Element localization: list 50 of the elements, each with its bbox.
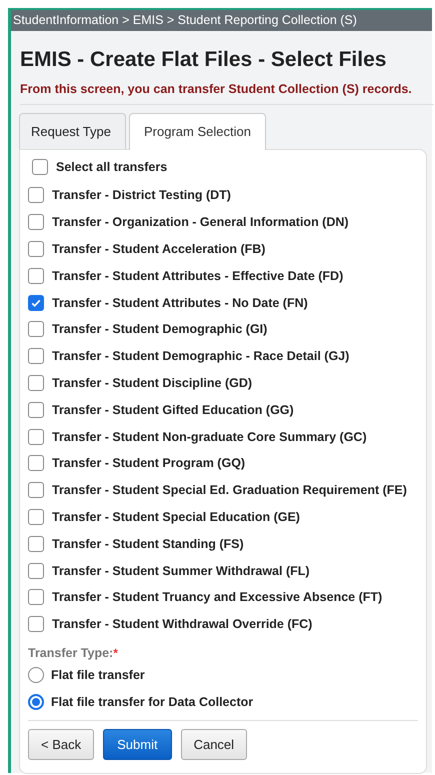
radio-button[interactable] xyxy=(28,694,44,710)
required-mark: * xyxy=(113,646,118,660)
checkbox[interactable] xyxy=(28,402,44,418)
checkbox[interactable] xyxy=(28,348,44,364)
checkbox-label: Transfer - Student Demographic (GI) xyxy=(52,322,268,336)
checkbox-label: Transfer - Organization - General Information (DN) xyxy=(52,215,349,230)
checkbox[interactable] xyxy=(28,321,44,338)
checkbox[interactable] xyxy=(28,187,44,204)
checkbox[interactable] xyxy=(28,214,44,230)
page-subtitle: From this screen, you can transfer Student Collection (S) records. xyxy=(20,82,434,105)
checkbox[interactable] xyxy=(28,589,44,606)
checkbox-label: Transfer - Student Special Ed. Graduation Requirement (FE) xyxy=(52,483,407,498)
checkbox-label: Transfer - Student Attributes - No Date (FN) xyxy=(52,296,308,310)
radio-button[interactable] xyxy=(28,666,44,683)
checkbox[interactable] xyxy=(28,536,44,552)
checkbox-label: Transfer - District Testing (DT) xyxy=(52,188,231,202)
checkbox[interactable] xyxy=(28,455,44,472)
field-label: Transfer Type: xyxy=(28,646,114,660)
checkbox[interactable] xyxy=(28,482,44,498)
checkbox-label: Transfer - Student Withdrawal Override (FC) xyxy=(52,617,312,632)
checkbox-label: Transfer - Student Program (GQ) xyxy=(52,456,246,470)
checkbox-label: Transfer - Student Demographic - Race Detail (GJ) xyxy=(52,349,350,364)
checkbox[interactable] xyxy=(28,240,44,257)
checkbox[interactable] xyxy=(32,159,48,175)
checkbox[interactable] xyxy=(28,294,44,311)
checkbox-label: Select all transfers xyxy=(56,160,168,174)
checkbox-label: Transfer - Student Summer Withdrawal (FL) xyxy=(52,564,310,578)
checkbox[interactable] xyxy=(28,374,44,391)
checkbox[interactable] xyxy=(28,268,44,284)
cancel-button[interactable]: Cancel xyxy=(180,729,248,760)
checkbox[interactable] xyxy=(28,616,44,632)
back-button[interactable]: < Back xyxy=(28,729,94,760)
submit-button[interactable]: Submit xyxy=(103,729,172,760)
breadcrumb-bar: StudentInformation > EMIS > Student Reporting Collection (S) xyxy=(11,10,432,31)
checkbox-label: Transfer - Student Attributes - Effective Date (FD) xyxy=(52,268,344,283)
radio-label: Flat file transfer xyxy=(51,668,145,682)
checkbox-label: Transfer - Student Standing (FS) xyxy=(52,536,244,551)
page-title: EMIS - Create Flat Files - Select Files xyxy=(20,48,388,72)
checkbox-label: Transfer - Student Gifted Education (GG) xyxy=(52,402,294,417)
checkbox-label: Transfer - Student Discipline (GD) xyxy=(52,376,252,390)
checkbox-label: Transfer - Student Non-graduate Core Summary (GC) xyxy=(52,430,367,444)
checkbox[interactable] xyxy=(28,562,44,579)
checkbox-label: Transfer - Student Truancy and Excessive Absence (FT) xyxy=(52,590,382,604)
checkbox[interactable] xyxy=(28,508,44,525)
checkbox-label: Transfer - Student Acceleration (FB) xyxy=(52,242,266,256)
radio-label: Flat file transfer for Data Collector xyxy=(51,694,254,709)
tab[interactable]: Request Type xyxy=(19,113,126,149)
checkbox[interactable] xyxy=(28,428,44,445)
checkbox-label: Transfer - Student Special Education (GE) xyxy=(52,510,300,524)
tab[interactable]: Program Selection xyxy=(128,113,266,150)
